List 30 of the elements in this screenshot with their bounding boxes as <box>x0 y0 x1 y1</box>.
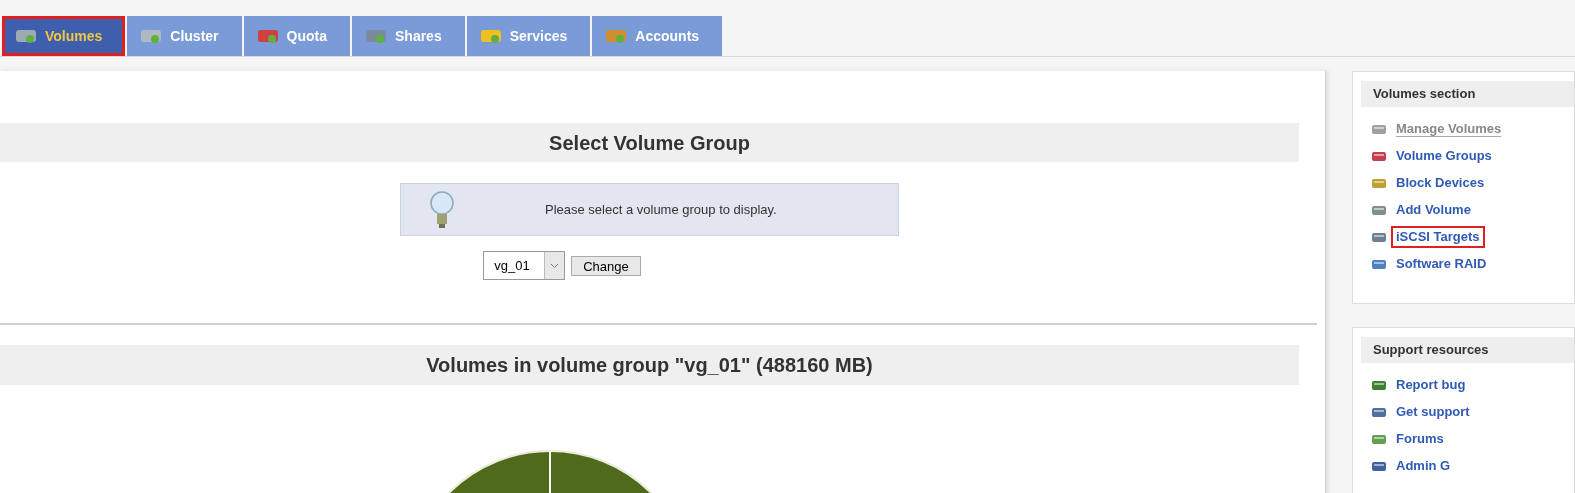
section-header: Volumes in volume group "vg_01" (488160 MB) <box>0 345 1299 385</box>
link-icon <box>1371 149 1387 163</box>
link-icon <box>1371 459 1387 473</box>
chevron-down-icon <box>550 262 560 269</box>
sidebar-link[interactable]: Volume Groups <box>1391 145 1497 167</box>
volume-group-dropdown[interactable]: vg_01 <box>483 251 566 280</box>
sidebar-link[interactable]: Get support <box>1391 401 1475 423</box>
link-icon <box>1371 230 1387 244</box>
sidebar-link[interactable]: Add Volume <box>1391 199 1476 221</box>
sidebar-link[interactable]: Software RAID <box>1391 253 1492 275</box>
sidebar-link[interactable]: Admin G <box>1391 455 1456 477</box>
link-icon <box>1371 432 1387 446</box>
panel-title: Support resources <box>1361 337 1574 363</box>
link-icon <box>1371 378 1387 392</box>
panel-title: Volumes section <box>1361 81 1574 107</box>
link-icon <box>1371 405 1387 419</box>
sidebar-link[interactable]: Block Devices <box>1391 172 1490 194</box>
nav-tab[interactable]: Volumes <box>2 16 126 56</box>
link-icon <box>1371 176 1387 190</box>
link-icon <box>1371 203 1387 217</box>
sidebar-link[interactable]: Manage Volumes <box>1391 118 1507 140</box>
info-text: Please select a volume group to display. <box>545 200 777 219</box>
link-icon <box>1371 257 1387 271</box>
link-icon <box>1371 122 1387 136</box>
section-header: Select Volume Group <box>0 123 1299 162</box>
sidebar-link[interactable]: Report bug <box>1391 374 1471 396</box>
lightbulb-icon <box>429 189 455 230</box>
change-button[interactable]: Change <box>571 256 641 276</box>
sidebar-link[interactable]: iSCSI Targets <box>1391 226 1485 248</box>
sidebar-link[interactable]: Forums <box>1391 428 1449 450</box>
